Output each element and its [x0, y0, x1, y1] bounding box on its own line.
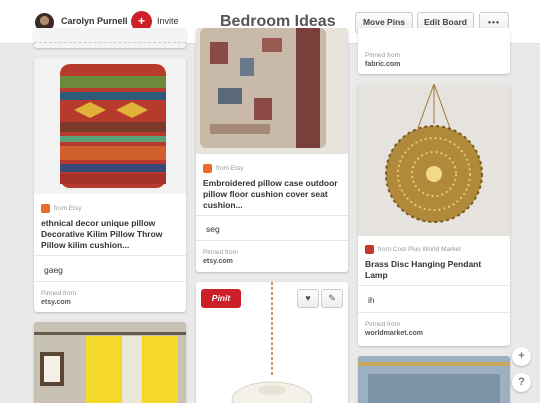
pin-card-fabric[interactable]: Pinned from fabric.com — [358, 28, 510, 74]
pinned-from-label: Pinned from — [365, 52, 401, 59]
pinned-from-label: Pinned from — [41, 290, 77, 297]
pin-card-embroidered-pillow[interactable]: from Etsy Embroidered pillow case outdoo… — [196, 28, 348, 272]
etsy-icon — [41, 204, 50, 213]
edit-pin-button[interactable]: ✎ — [321, 289, 343, 308]
pinned-from-label: Pinned from — [203, 249, 239, 256]
pin-description[interactable]: Brass Disc Hanging Pendant Lamp — [365, 259, 505, 281]
pin-description[interactable]: ethnical decor unique pillow Decorative … — [41, 218, 181, 251]
pinit-button[interactable]: Pinit — [201, 289, 241, 308]
like-button[interactable]: ♥ — [297, 289, 319, 308]
divider — [358, 312, 510, 313]
help-button[interactable]: ? — [512, 373, 531, 392]
etsy-icon — [203, 164, 212, 173]
pencil-icon: ✎ — [328, 293, 336, 303]
pin-domain[interactable]: fabric.com — [365, 61, 400, 68]
pin-card-partial[interactable] — [34, 28, 186, 48]
textile-image[interactable] — [358, 356, 510, 403]
divider — [34, 42, 186, 43]
source-text: from Cost Plus World Market — [378, 246, 461, 254]
pin-source[interactable]: from Cost Plus World Market — [365, 245, 461, 254]
divider — [196, 240, 348, 241]
pin-card-kilim-pillow[interactable]: from Etsy ethnical decor unique pillow D… — [34, 58, 186, 312]
pin-comment: gaeg — [44, 265, 63, 275]
curtains-image[interactable] — [34, 322, 186, 403]
pinned-from-label: Pinned from — [365, 321, 401, 328]
username[interactable]: Carolyn Purnell — [61, 16, 128, 26]
pin-source[interactable]: from Etsy — [203, 164, 243, 173]
curtains-illustration — [34, 322, 186, 403]
pin-comment: seg — [206, 224, 220, 234]
worldmarket-icon — [365, 245, 374, 254]
divider — [358, 285, 510, 286]
kilim-pillow-image[interactable] — [34, 58, 186, 194]
brass-lamp-illustration — [385, 84, 483, 223]
source-text: from Etsy — [54, 205, 82, 213]
pin-card-brass-lamp[interactable]: from Cost Plus World Market Brass Disc H… — [358, 84, 510, 346]
textile-illustration — [358, 356, 510, 403]
source-text: from Etsy — [216, 165, 244, 173]
add-pin-button[interactable]: + — [512, 347, 531, 366]
kilim-pillow-illustration — [60, 64, 166, 188]
pin-domain[interactable]: etsy.com — [203, 258, 233, 265]
divider — [34, 281, 186, 282]
pin-card-curtains[interactable] — [34, 322, 186, 403]
embroidered-pillow-illustration — [200, 28, 326, 148]
embroidered-pillow-image[interactable] — [196, 28, 348, 154]
pin-comment: ih — [368, 295, 375, 305]
divider — [196, 215, 348, 216]
pin-source[interactable]: from Etsy — [41, 204, 81, 213]
brass-lamp-image[interactable] — [358, 84, 510, 236]
invite-button[interactable]: Invite — [157, 16, 179, 26]
pin-domain[interactable]: worldmarket.com — [365, 330, 423, 337]
pin-domain[interactable]: etsy.com — [41, 299, 71, 306]
pin-card-textile[interactable] — [358, 356, 510, 403]
divider — [34, 255, 186, 256]
pin-description[interactable]: Embroidered pillow case outdoor pillow f… — [203, 178, 343, 211]
heart-icon: ♥ — [305, 293, 311, 303]
